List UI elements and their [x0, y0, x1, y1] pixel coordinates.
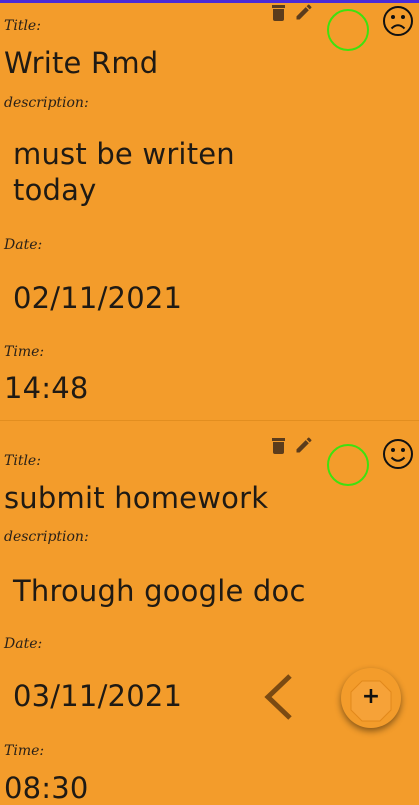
note-card[interactable]: Title: Write Rmd description: must be wr… — [0, 3, 419, 420]
note-description: Through google doc — [13, 574, 306, 608]
delete-icon[interactable] — [272, 5, 285, 21]
title-label: Title: — [4, 453, 41, 469]
note-time: 14:48 — [4, 371, 89, 405]
note-date: 02/11/2021 — [13, 281, 183, 315]
date-label: Date: — [4, 237, 43, 253]
description-label: description: — [4, 529, 89, 545]
note-card[interactable]: Title: submit homework description: Thro… — [0, 421, 419, 805]
edit-icon[interactable] — [294, 2, 314, 22]
sad-face-icon[interactable] — [382, 5, 414, 37]
happy-face-icon[interactable] — [382, 438, 414, 470]
note-title: Write Rmd — [4, 46, 159, 80]
edit-icon[interactable] — [294, 435, 314, 455]
completion-checkbox[interactable] — [327, 444, 369, 486]
note-description: must be writen today — [13, 137, 235, 207]
time-label: Time: — [4, 344, 45, 360]
completion-checkbox[interactable] — [327, 9, 369, 51]
delete-icon[interactable] — [272, 438, 285, 454]
time-label: Time: — [4, 743, 45, 759]
title-label: Title: — [4, 18, 41, 34]
add-note-button[interactable]: + — [341, 668, 401, 728]
date-label: Date: — [4, 636, 43, 652]
description-label: description: — [4, 95, 89, 111]
note-time: 08:30 — [4, 771, 89, 805]
note-date: 03/11/2021 — [13, 679, 183, 713]
note-title: submit homework — [4, 481, 269, 515]
add-button-label: + — [361, 684, 381, 709]
back-chevron-icon[interactable] — [263, 673, 295, 721]
